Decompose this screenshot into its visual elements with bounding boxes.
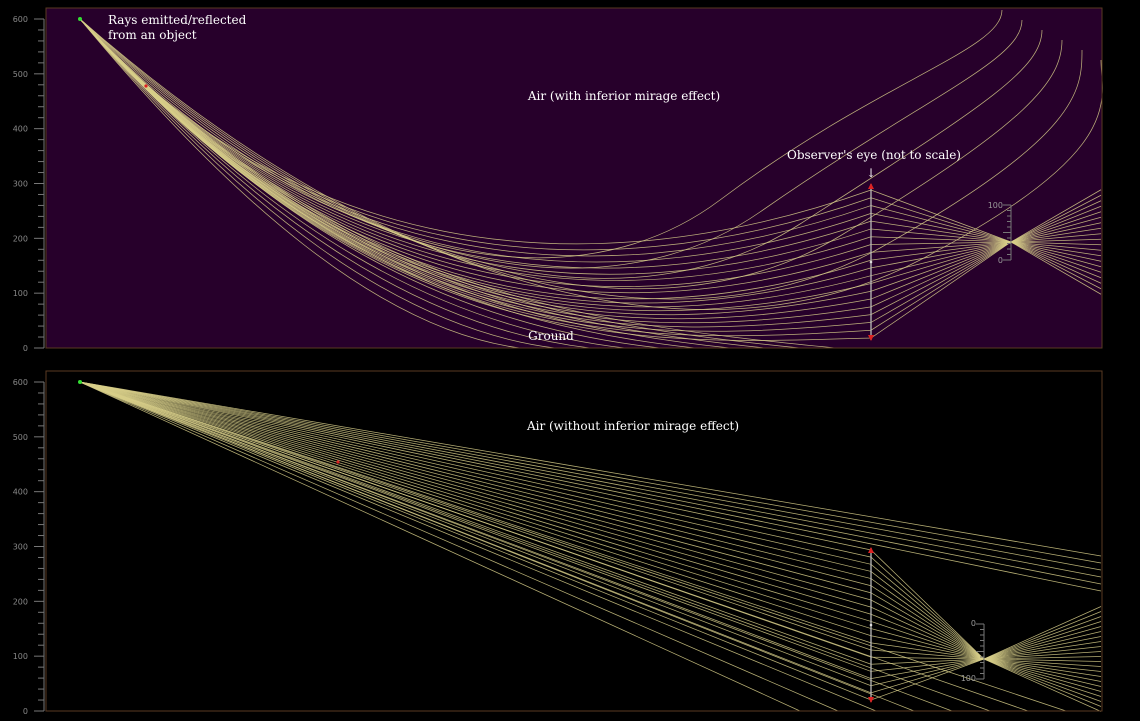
eye-label: Observer's eye (not to scale) — [787, 148, 961, 162]
bottom-lens-scale-top-label: 0 — [971, 619, 976, 628]
bottom-lens-scale-bottom-label: 100 — [961, 674, 976, 683]
bottom-source-point — [78, 380, 82, 384]
source-label-line1: Rays emitted/reflected — [108, 13, 247, 27]
top-focus-marker — [144, 84, 148, 88]
y-axis-tick-label: 0 — [23, 344, 28, 353]
top-panel: 0 100 200 300 400 500 600 100 0 Rays emitted/r… — [13, 7, 1103, 353]
y-axis-tick-label: 100 — [13, 652, 28, 661]
bottom-focus-marker — [336, 460, 340, 464]
top-air-label: Air (with inferior mirage effect) — [527, 89, 720, 103]
bottom-y-axis: 0 100 200 300 400 500 600 — [13, 378, 45, 716]
eye-center-dot — [869, 260, 873, 264]
ground-label: Ground — [528, 329, 574, 343]
y-axis-tick-label: 500 — [13, 433, 28, 442]
eye-center-dot — [869, 623, 873, 627]
bottom-panel: 0 100 200 300 400 500 600 0 100 Air (without i… — [13, 370, 1103, 716]
y-axis-tick-label: 100 — [13, 289, 28, 298]
top-lens-scale-top-label: 100 — [988, 201, 1003, 210]
y-axis-tick-label: 400 — [13, 488, 28, 497]
top-source-point — [78, 17, 82, 21]
y-axis-tick-label: 300 — [13, 543, 28, 552]
y-axis-tick-label: 0 — [23, 707, 28, 716]
y-axis-tick-label: 300 — [13, 180, 28, 189]
mirage-diagram: 0 100 200 300 400 500 600 100 0 Rays emitted/r… — [13, 7, 1103, 716]
top-y-axis: 0 100 200 300 400 500 600 — [13, 15, 45, 353]
y-axis-tick-label: 600 — [13, 378, 28, 387]
y-axis-tick-label: 200 — [13, 597, 28, 606]
source-label-line2: from an object — [108, 28, 197, 42]
bottom-air-label: Air (without inferior mirage effect) — [526, 419, 739, 433]
y-axis-tick-label: 600 — [13, 15, 28, 24]
y-axis-tick-label: 500 — [13, 70, 28, 79]
eye-pointer-arrow: ↓ — [866, 166, 876, 180]
y-axis-tick-label: 200 — [13, 234, 28, 243]
top-panel-background — [46, 8, 1102, 348]
y-axis-tick-label: 400 — [13, 125, 28, 134]
top-lens-scale-bottom-label: 0 — [998, 256, 1003, 265]
